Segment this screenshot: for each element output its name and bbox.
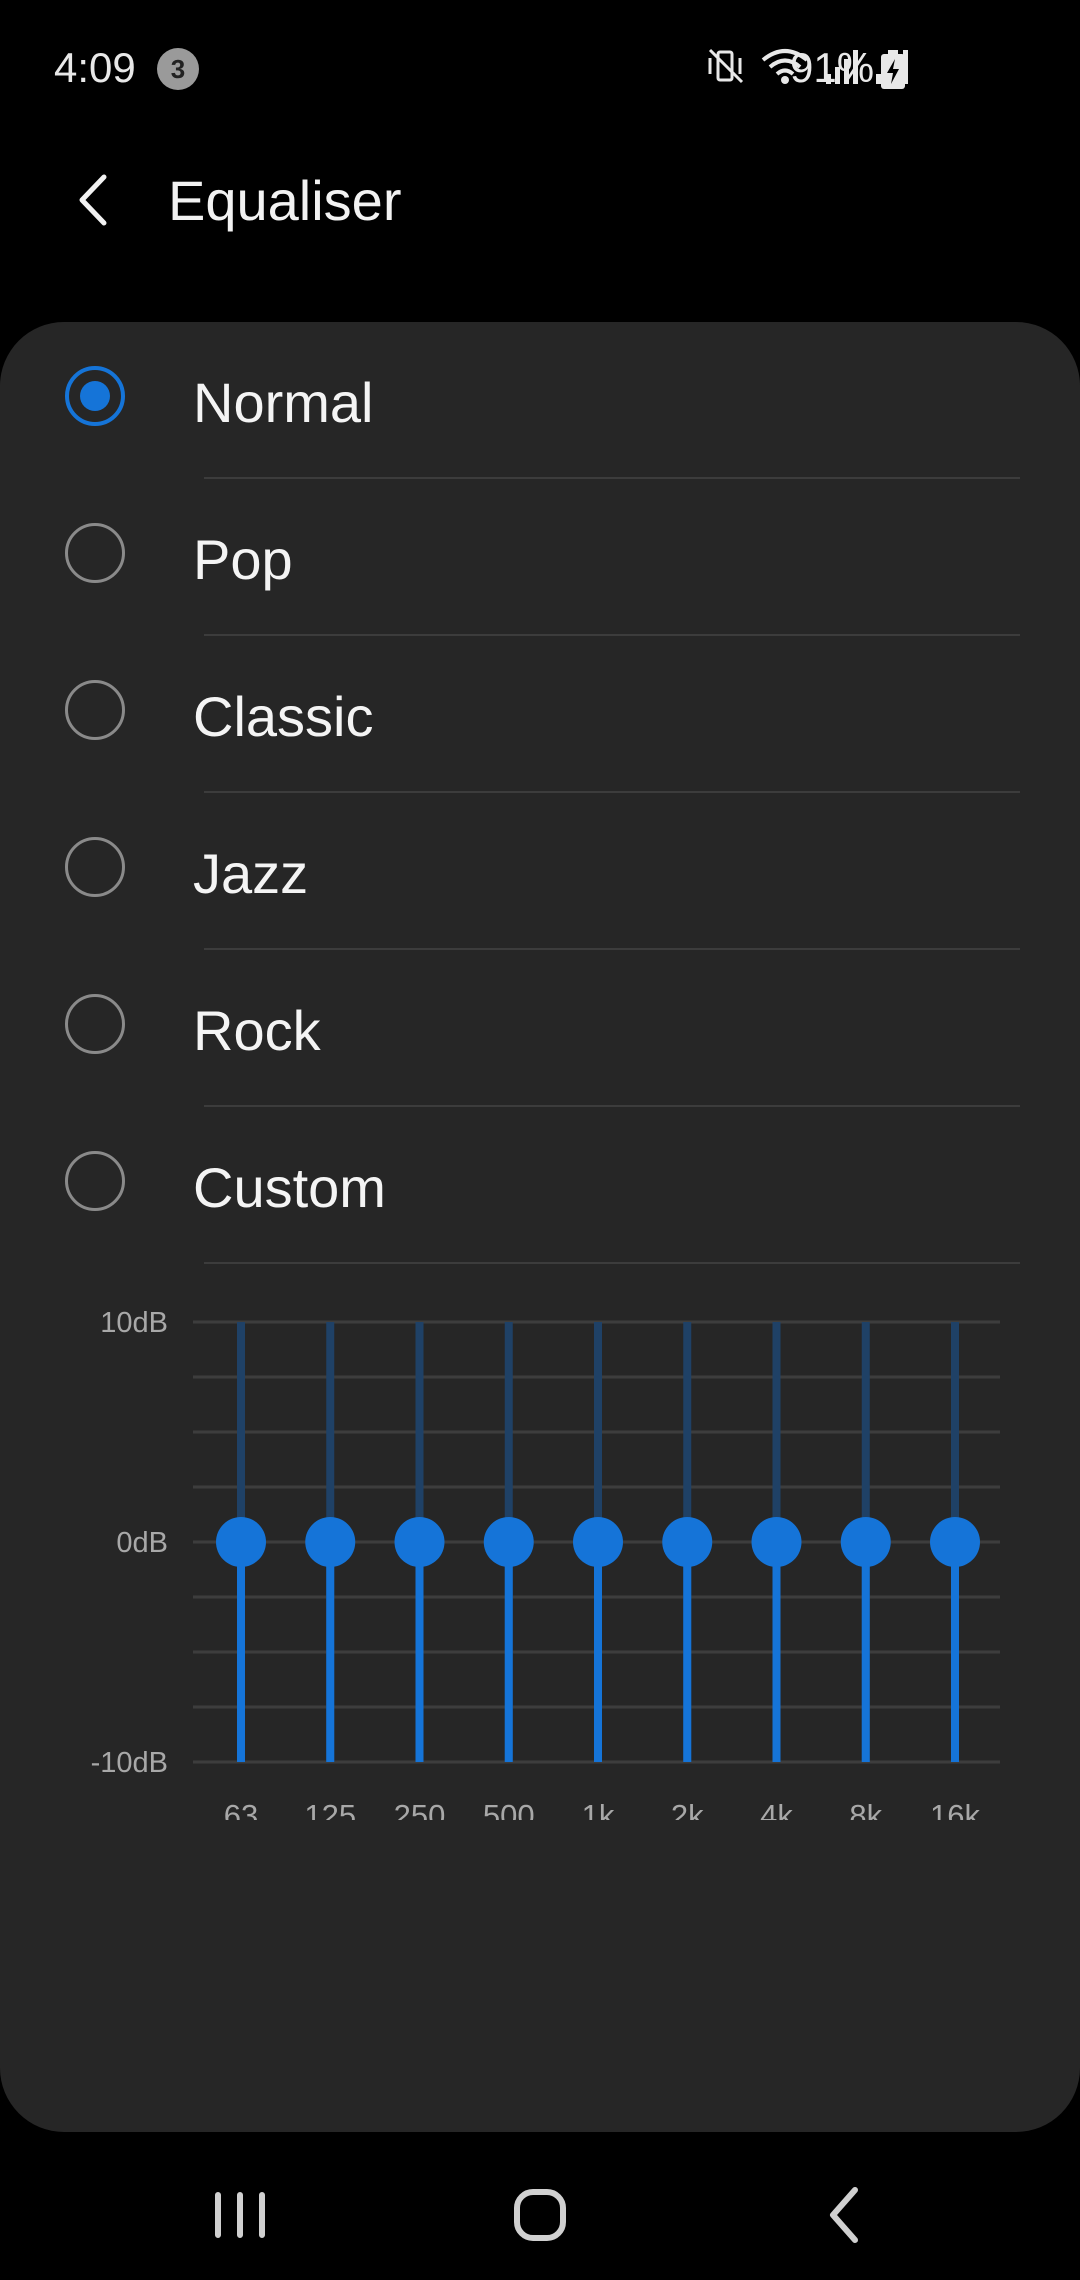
battery-percent: 91% (790, 44, 875, 91)
preset-label: Jazz (193, 842, 309, 905)
recent-apps-button[interactable] (190, 2170, 290, 2260)
x-tick-label: 4k (760, 1798, 793, 1820)
x-tick-label: 500 (483, 1798, 535, 1820)
eq-slider-thumb[interactable] (573, 1517, 623, 1567)
equaliser-chart-svg: 10dB 0dB -10dB 63 125 250 500 1k 2k 4k 8k 16k (91, 1307, 1000, 1820)
preset-option-custom[interactable]: Custom (0, 1107, 1080, 1264)
eq-slider-thumb[interactable] (216, 1517, 266, 1567)
x-tick-label: 63 (224, 1798, 258, 1820)
equaliser-card: Normal Pop Classic Jazz Rock Custom 10dB… (0, 322, 1080, 2132)
divider (204, 1262, 1020, 1264)
vibrate-mute-icon (708, 48, 744, 84)
battery-charging-icon (881, 50, 905, 89)
equaliser-chart: 10dB 0dB -10dB 63 125 250 500 1k 2k 4k 8k 16k (0, 1280, 1080, 1820)
preset-label: Pop (193, 528, 293, 591)
back-nav-button[interactable] (795, 2170, 895, 2260)
radio-button[interactable] (65, 994, 125, 1054)
x-tick-label: 8k (849, 1798, 882, 1820)
status-time: 4:09 (54, 44, 136, 91)
radio-button[interactable] (65, 1151, 125, 1211)
x-tick-label: 125 (304, 1798, 356, 1820)
preset-option-pop[interactable]: Pop (0, 479, 1080, 636)
navigation-bar (0, 2150, 1080, 2280)
radio-button[interactable] (65, 523, 125, 583)
preset-label: Normal (193, 371, 374, 434)
preset-option-classic[interactable]: Classic (0, 636, 1080, 793)
back-button[interactable] (62, 165, 132, 235)
x-tick-label: 16k (930, 1798, 980, 1820)
eq-slider-thumb[interactable] (305, 1517, 356, 1567)
y-tick-label: 0dB (116, 1527, 168, 1559)
eq-slider-thumb[interactable] (483, 1517, 534, 1567)
eq-slider-thumb[interactable] (662, 1517, 713, 1567)
notification-count-badge: 3 (157, 48, 199, 90)
x-tick-label: 250 (394, 1798, 446, 1820)
eq-slider-thumb[interactable] (751, 1517, 802, 1567)
preset-label: Custom (193, 1156, 386, 1219)
eq-slider-thumb[interactable] (394, 1517, 445, 1567)
status-bar: 4:09 3 91% (0, 0, 1080, 140)
home-button[interactable] (490, 2170, 590, 2260)
preset-option-rock[interactable]: Rock (0, 950, 1080, 1107)
eq-slider-thumb[interactable] (930, 1517, 980, 1567)
preset-label: Rock (193, 999, 321, 1062)
preset-option-jazz[interactable]: Jazz (0, 793, 1080, 950)
radio-button[interactable] (65, 680, 125, 740)
radio-button[interactable] (65, 837, 125, 897)
preset-option-normal[interactable]: Normal (0, 322, 1080, 479)
radio-button-selected[interactable] (65, 366, 125, 426)
x-tick-label: 2k (671, 1798, 704, 1820)
x-tick-label: 1k (582, 1798, 615, 1820)
y-tick-label: 10dB (100, 1307, 168, 1339)
eq-slider-thumb[interactable] (840, 1517, 891, 1567)
preset-label: Classic (193, 685, 374, 748)
page-title: Equaliser (168, 169, 402, 232)
y-tick-label: -10dB (91, 1747, 168, 1779)
